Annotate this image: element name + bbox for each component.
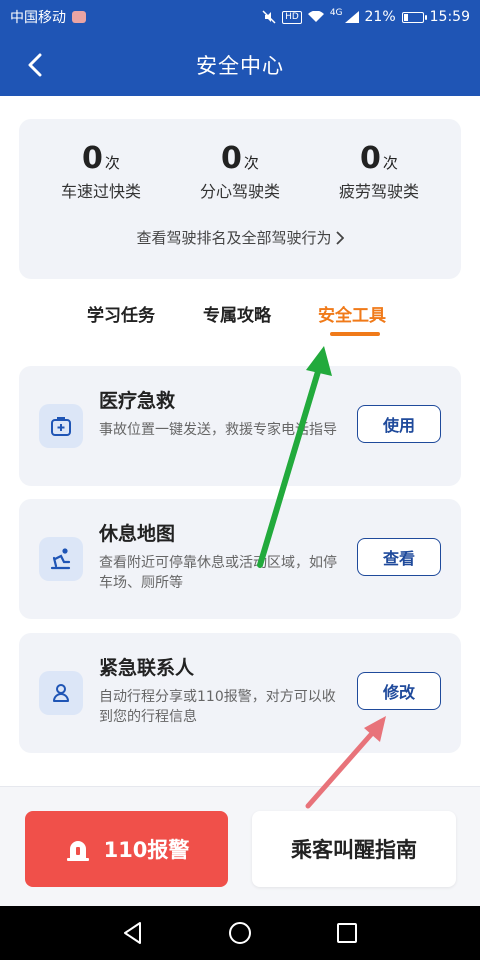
- view-button[interactable]: 查看: [357, 538, 441, 576]
- carrier-name: 中国移动: [10, 10, 66, 26]
- tab-safety-tools[interactable]: 安全工具: [318, 301, 386, 326]
- stat-unit: 次: [104, 154, 120, 172]
- bottom-action-bar: 110报警 乘客叫醒指南: [0, 786, 480, 906]
- page-title: 安全中心: [196, 54, 284, 78]
- contact-person-icon: [39, 671, 83, 715]
- mute-icon: [262, 10, 276, 24]
- alarm-label: 110报警: [103, 838, 190, 862]
- back-button[interactable]: [20, 50, 50, 80]
- tool-card-emergency-contact: 紧急联系人 自动行程分享或110报警，对方可以收到您的行程信息 修改: [19, 633, 461, 753]
- tab-bar: 学习任务 专属攻略 安全工具: [0, 298, 480, 342]
- tab-exclusive-guide[interactable]: 专属攻略: [203, 301, 271, 326]
- siren-icon: [66, 841, 89, 861]
- wifi-icon: [307, 11, 324, 22]
- stat-unit: 次: [382, 154, 398, 172]
- tool-description: 查看附近可停靠休息或活动区域，如停车场、厕所等: [99, 555, 337, 591]
- system-nav-bar: [0, 906, 480, 960]
- hd-icon: HD: [282, 10, 302, 24]
- use-button[interactable]: 使用: [357, 405, 441, 443]
- clock: 15:59: [429, 9, 470, 25]
- stat-value: 0: [360, 141, 381, 176]
- tab-study-tasks[interactable]: 学习任务: [87, 301, 155, 326]
- chevron-left-icon: [28, 53, 42, 77]
- tool-card-rest-map: 休息地图 查看附近可停靠休息或活动区域，如停车场、厕所等 查看: [19, 499, 461, 619]
- stat-label: 疲劳驾驶类: [338, 182, 419, 201]
- network-type: 4G: [329, 8, 343, 18]
- signal-icon: [344, 11, 359, 23]
- status-bar: 中国移动 HD 4G 21% 15:59: [0, 0, 480, 34]
- tool-card-first-aid: 医疗急救 事故位置一键发送，救援专家电话指导 使用: [19, 366, 461, 486]
- stat-label: 车速过快类: [60, 182, 141, 201]
- app-header: 安全中心: [0, 34, 480, 96]
- stat-value: 0: [82, 141, 103, 176]
- tool-title: 医疗急救: [99, 390, 176, 412]
- battery-icon: [401, 11, 427, 23]
- first-aid-kit-icon: [39, 404, 83, 448]
- ranking-link-label: 查看驾驶排名及全部驾驶行为: [136, 229, 332, 247]
- call-110-button[interactable]: 110报警: [25, 811, 228, 887]
- passenger-wakeup-guide-button[interactable]: 乘客叫醒指南: [252, 811, 456, 887]
- resting-person-icon: [39, 537, 83, 581]
- driving-ranking-link[interactable]: 查看驾驶排名及全部驾驶行为: [19, 227, 461, 248]
- nav-home-icon[interactable]: [227, 920, 253, 946]
- tool-title: 紧急联系人: [99, 657, 195, 679]
- active-tab-indicator: [330, 332, 380, 336]
- battery-percent: 21%: [364, 9, 396, 25]
- tool-description: 事故位置一键发送，救援专家电话指导: [99, 422, 337, 438]
- edit-button[interactable]: 修改: [357, 672, 441, 710]
- app-notification-icon: [72, 11, 86, 23]
- stat-value: 0: [221, 141, 242, 176]
- stat-label: 分心驾驶类: [199, 182, 280, 201]
- tool-description: 自动行程分享或110报警，对方可以收到您的行程信息: [99, 689, 336, 725]
- nav-back-icon[interactable]: [120, 920, 146, 946]
- nav-recents-icon[interactable]: [334, 920, 360, 946]
- chevron-right-icon: [335, 230, 344, 245]
- driving-stats-card: 0次 车速过快类 0次 分心驾驶类 0次 疲劳驾驶类 查看驾驶排名及全部驾驶行为: [19, 119, 461, 279]
- stat-unit: 次: [243, 154, 259, 172]
- stat-fatigue: 0次 疲劳驾驶类: [309, 141, 449, 202]
- stat-distracted: 0次 分心驾驶类: [170, 141, 310, 202]
- tool-title: 休息地图: [99, 523, 176, 545]
- stat-speeding: 0次 车速过快类: [31, 141, 171, 202]
